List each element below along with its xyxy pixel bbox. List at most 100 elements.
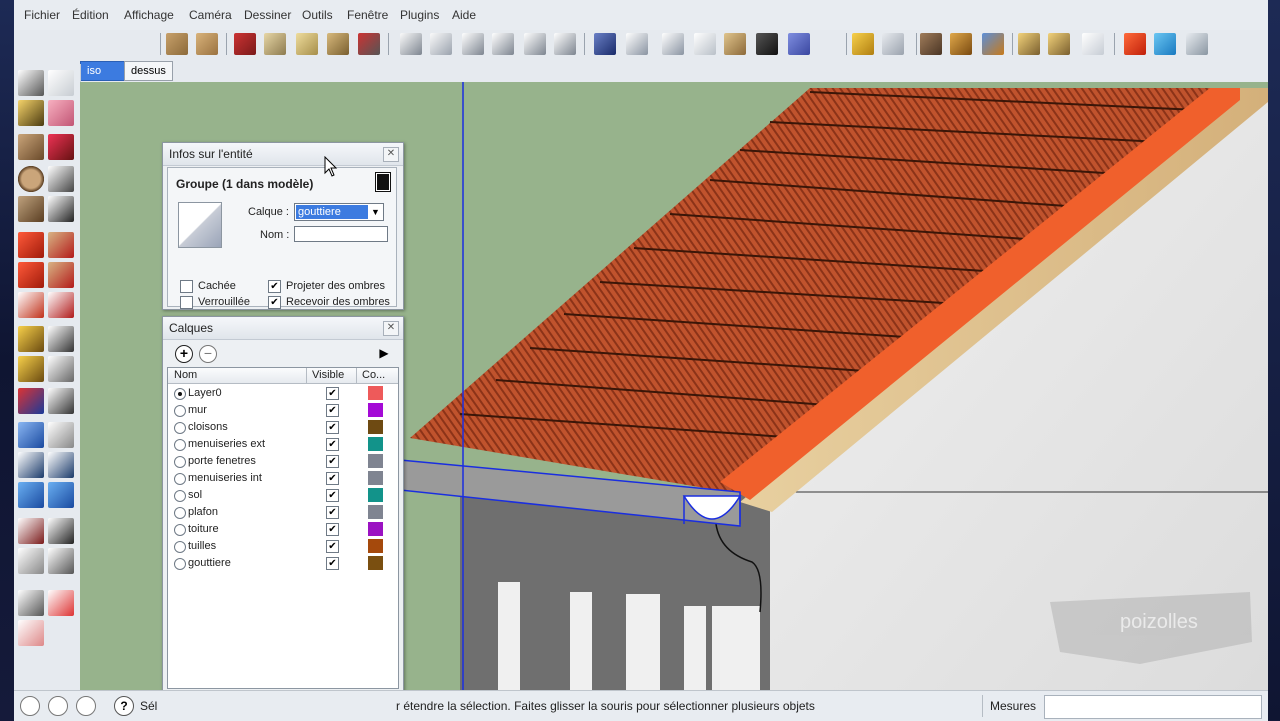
scene-tab-dessus[interactable]: dessus <box>124 61 173 81</box>
layer-color-swatch[interactable] <box>368 522 383 536</box>
entity-info-titlebar[interactable]: Infos sur l'entité ✕ <box>163 143 403 166</box>
delete-layer-icon[interactable]: − <box>199 345 217 363</box>
layer-row[interactable]: Layer0 ✔ <box>168 385 398 402</box>
visible-checkbox[interactable]: ✔ <box>326 557 339 570</box>
visible-checkbox[interactable]: ✔ <box>326 387 339 400</box>
layers-titlebar[interactable]: Calques ✕ <box>163 317 403 340</box>
position-camera-icon[interactable] <box>18 518 44 544</box>
freehand-icon[interactable] <box>48 196 74 222</box>
name-input[interactable] <box>294 226 388 242</box>
tape-measure-icon[interactable] <box>18 326 44 352</box>
layer-color-swatch[interactable] <box>368 386 383 400</box>
toggle-terrain-icon[interactable] <box>882 33 904 55</box>
active-layer-radio[interactable] <box>174 405 186 417</box>
layer-row[interactable]: porte fenetres ✔ <box>168 453 398 470</box>
dimension-icon[interactable] <box>48 326 74 352</box>
push-pull-icon[interactable] <box>48 232 74 258</box>
help-icon[interactable]: ? <box>114 696 134 716</box>
layer-row[interactable]: cloisons ✔ <box>168 419 398 436</box>
scale-icon[interactable] <box>18 292 44 318</box>
get-models-icon[interactable] <box>920 33 942 55</box>
monochrome-icon[interactable] <box>756 33 778 55</box>
column-visible[interactable]: Visible <box>312 369 344 381</box>
circle-icon[interactable] <box>18 166 44 192</box>
wireframe-icon[interactable] <box>626 33 648 55</box>
collapse-icon[interactable] <box>375 172 391 192</box>
sign-in-icon[interactable] <box>76 696 96 716</box>
outer-shell-icon[interactable] <box>296 33 318 55</box>
zoom-extents-icon[interactable] <box>48 482 74 508</box>
layer-name[interactable]: porte fenetres <box>188 455 256 467</box>
receive-shadows-checkbox[interactable]: ✔ <box>268 296 281 309</box>
layer-name[interactable]: toiture <box>188 523 219 535</box>
chevron-down-icon[interactable]: ▼ <box>369 205 382 219</box>
walk-footprints-icon[interactable] <box>18 548 44 574</box>
close-icon[interactable]: ✕ <box>383 321 399 336</box>
view-left-icon[interactable] <box>554 33 576 55</box>
layer-row[interactable]: toiture ✔ <box>168 521 398 538</box>
active-layer-radio[interactable] <box>174 456 186 468</box>
layer-row[interactable]: mur ✔ <box>168 402 398 419</box>
previous-view-icon[interactable] <box>18 482 44 508</box>
xray-icon[interactable] <box>594 33 616 55</box>
line-pencil-icon[interactable] <box>48 134 74 160</box>
layer-name[interactable]: sol <box>188 489 202 501</box>
active-layer-radio[interactable] <box>174 388 186 400</box>
component-attributes-icon[interactable] <box>1082 33 1104 55</box>
layer-row[interactable]: tuilles ✔ <box>168 538 398 555</box>
geo-location-icon[interactable] <box>20 696 40 716</box>
drape-icon[interactable] <box>18 620 44 646</box>
locked-checkbox[interactable] <box>180 296 193 309</box>
explode-icon[interactable] <box>234 33 256 55</box>
credits-icon[interactable] <box>48 696 68 716</box>
active-layer-radio[interactable] <box>174 524 186 536</box>
polygon-icon[interactable] <box>18 196 44 222</box>
layer-name[interactable]: plafon <box>188 506 218 518</box>
menu-affichage[interactable]: Affichage <box>124 8 174 22</box>
rectangle-icon[interactable] <box>18 134 44 160</box>
hidden-checkbox[interactable] <box>180 280 193 293</box>
view-front-icon[interactable] <box>462 33 484 55</box>
eraser-icon[interactable] <box>48 100 74 126</box>
zoom-window-icon[interactable] <box>48 452 74 478</box>
protractor-icon[interactable] <box>18 356 44 382</box>
zoom-icon[interactable] <box>18 452 44 478</box>
axes-icon[interactable] <box>18 388 44 414</box>
active-layer-radio[interactable] <box>174 473 186 485</box>
cast-shadows-checkbox[interactable]: ✔ <box>268 280 281 293</box>
visible-checkbox[interactable]: ✔ <box>326 438 339 451</box>
add-layer-icon[interactable]: + <box>175 345 193 363</box>
visible-checkbox[interactable]: ✔ <box>326 540 339 553</box>
add-location-icon[interactable] <box>852 33 874 55</box>
layer-color-swatch[interactable] <box>368 454 383 468</box>
view-iso-icon[interactable] <box>400 33 422 55</box>
layer-color-swatch[interactable] <box>368 471 383 485</box>
section-plane-icon[interactable] <box>48 548 74 574</box>
intersect-icon[interactable] <box>327 33 349 55</box>
visible-checkbox[interactable]: ✔ <box>326 506 339 519</box>
paint-bucket-icon[interactable] <box>18 100 44 126</box>
rotate-icon[interactable] <box>18 262 44 288</box>
view-right-icon[interactable] <box>492 33 514 55</box>
column-color[interactable]: Co... <box>362 369 385 381</box>
layer-name[interactable]: mur <box>188 404 207 416</box>
view-back-icon[interactable] <box>524 33 546 55</box>
orbit-icon[interactable] <box>18 422 44 448</box>
layer-color-swatch[interactable] <box>368 437 383 451</box>
close-icon[interactable]: ✕ <box>383 147 399 162</box>
visible-checkbox[interactable]: ✔ <box>326 421 339 434</box>
menu-fichier[interactable]: Fichier <box>24 8 60 22</box>
active-layer-radio[interactable] <box>174 422 186 434</box>
menu-fenetre[interactable]: Fenêtre <box>347 8 388 22</box>
select-arrow-icon[interactable] <box>18 70 44 96</box>
visible-checkbox[interactable]: ✔ <box>326 523 339 536</box>
look-around-eye-icon[interactable] <box>48 518 74 544</box>
layer-row[interactable]: gouttiere ✔ <box>168 555 398 572</box>
layer-color-swatch[interactable] <box>368 403 383 417</box>
menu-camera[interactable]: Caméra <box>189 8 232 22</box>
make-component-icon[interactable] <box>48 70 74 96</box>
layer-name[interactable]: gouttiere <box>188 557 231 569</box>
sandbox-icon[interactable] <box>18 590 44 616</box>
menu-outils[interactable]: Outils <box>302 8 333 22</box>
texture-icon[interactable] <box>196 33 218 55</box>
